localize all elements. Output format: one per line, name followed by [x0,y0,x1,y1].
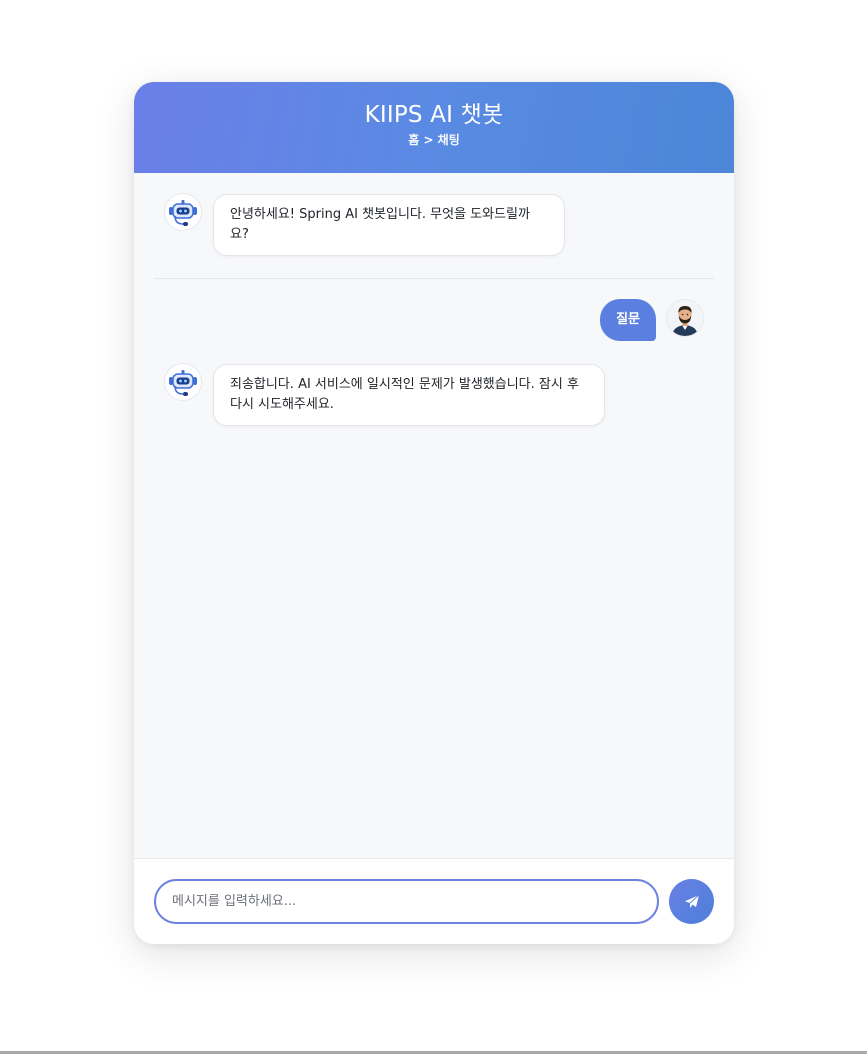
bot-message-row: 죄송합니다. AI 서비스에 일시적인 문제가 발생했습니다. 잠시 후 다시 … [164,363,605,426]
bot-avatar [164,363,202,401]
message-divider [154,278,714,279]
bot-message-bubble: 안녕하세요! Spring AI 챗봇입니다. 무엇을 도와드릴까요? [213,194,565,256]
chat-header: KIIPS AI 챗봇 홈 > 채팅 [134,82,734,173]
user-message-bubble: 질문 [600,299,656,341]
breadcrumb: 홈 > 채팅 [408,133,460,147]
chat-container: KIIPS AI 챗봇 홈 > 채팅 안녕하세요! Spring AI 챗봇입니… [134,82,734,944]
message-list[interactable]: 안녕하세요! Spring AI 챗봇입니다. 무엇을 도와드릴까요? 질문 죄… [134,173,734,858]
robot-icon [169,370,197,396]
input-area [134,858,734,944]
chat-title: KIIPS AI 챗봇 [364,102,504,128]
user-avatar [666,299,704,337]
user-avatar-icon [667,300,703,336]
paper-plane-icon [684,894,699,908]
robot-icon [169,200,197,226]
bot-avatar [164,193,202,231]
message-input[interactable] [154,879,659,924]
send-button[interactable] [669,879,714,924]
bot-message-row: 안녕하세요! Spring AI 챗봇입니다. 무엇을 도와드릴까요? [164,193,565,256]
user-message-row: 질문 [600,299,704,341]
bot-message-bubble: 죄송합니다. AI 서비스에 일시적인 문제가 발생했습니다. 잠시 후 다시 … [213,364,605,426]
